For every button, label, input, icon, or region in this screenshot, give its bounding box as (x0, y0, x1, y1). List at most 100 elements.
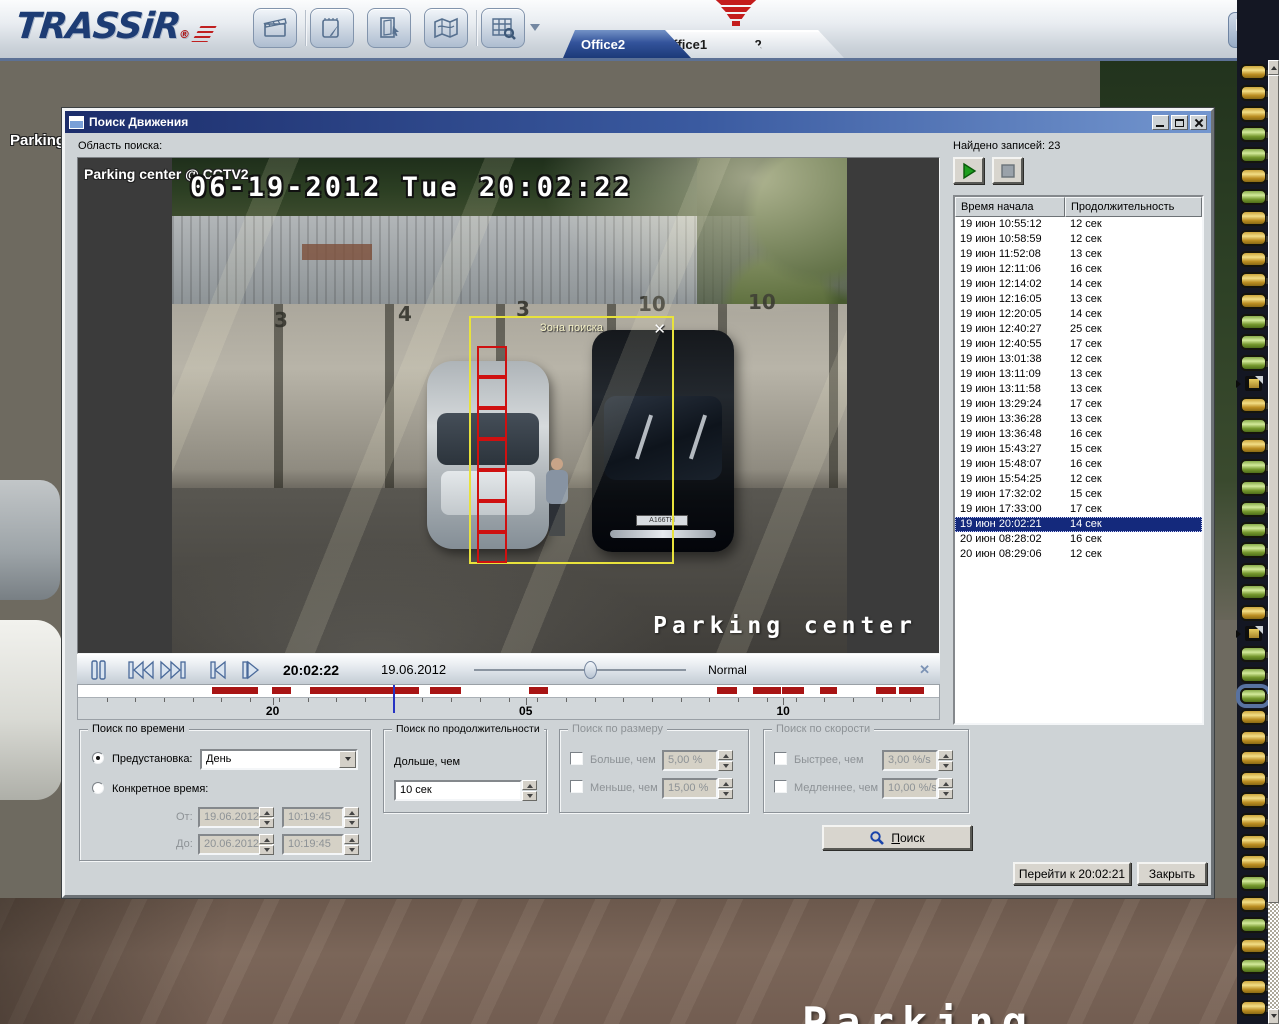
layout-settings-button[interactable] (481, 8, 525, 48)
scrollbar-thumb[interactable] (1268, 75, 1279, 903)
from-time-field[interactable]: 10:19:45 (282, 807, 344, 828)
close-button[interactable]: Закрыть (1137, 862, 1207, 885)
channel-indicator[interactable] (1240, 293, 1267, 309)
channel-indicator[interactable] (1240, 64, 1267, 80)
channel-indicator[interactable] (1240, 979, 1267, 995)
channel-indicator[interactable] (1240, 667, 1267, 683)
preset-radio[interactable] (92, 752, 104, 764)
search-button[interactable]: Поиск (822, 825, 972, 850)
table-row[interactable]: 19 июн 12:16:0513 сек (955, 292, 1202, 307)
channel-indicator[interactable] (1240, 126, 1267, 142)
maximize-button[interactable] (1171, 115, 1188, 130)
table-row[interactable]: 19 июн 15:43:2715 сек (955, 442, 1202, 457)
size-more-checkbox[interactable] (570, 752, 583, 765)
channel-indicator[interactable] (1240, 168, 1267, 184)
to-time-spinner[interactable] (344, 834, 359, 855)
channel-indicator[interactable] (1240, 210, 1267, 226)
channel-indicator[interactable] (1240, 355, 1267, 371)
channel-indicator[interactable] (1240, 272, 1267, 288)
rail-scrollbar[interactable] (1268, 60, 1279, 1024)
archive-button[interactable] (253, 8, 297, 48)
table-row[interactable]: 19 июн 17:33:0017 сек (955, 502, 1202, 517)
channel-indicator[interactable] (1240, 189, 1267, 205)
timeline-strip[interactable] (78, 685, 939, 698)
concrete-time-radio[interactable] (92, 782, 104, 794)
table-row[interactable]: 19 июн 13:29:2417 сек (955, 397, 1202, 412)
stop-results-button[interactable] (992, 157, 1023, 184)
scroll-down-button[interactable] (1268, 1009, 1279, 1024)
table-row[interactable]: 19 июн 20:02:2114 сек (955, 517, 1202, 532)
size-less-spinner[interactable] (718, 778, 733, 799)
channel-indicator[interactable] (1240, 938, 1267, 954)
step-forward-button[interactable] (235, 657, 267, 683)
table-row[interactable]: 19 июн 12:14:0214 сек (955, 277, 1202, 292)
channel-indicator[interactable] (1240, 834, 1267, 850)
channel-indicator[interactable] (1240, 813, 1267, 829)
table-row[interactable]: 19 июн 13:11:5813 сек (955, 382, 1202, 397)
goto-button[interactable]: Перейти к 20:02:21 (1013, 862, 1131, 885)
table-row[interactable]: 19 июн 11:52:0813 сек (955, 247, 1202, 262)
folder-icon[interactable] (1241, 626, 1263, 641)
close-window-button[interactable] (1190, 115, 1207, 130)
maps-button[interactable] (424, 8, 468, 48)
folder-icon[interactable] (1241, 376, 1263, 391)
preset-combobox[interactable]: День (200, 749, 358, 770)
size-less-checkbox[interactable] (570, 780, 583, 793)
size-more-field[interactable]: 5,00 % (662, 750, 718, 771)
layout-dropdown-caret[interactable] (530, 24, 540, 36)
journal-button[interactable] (310, 8, 354, 48)
results-table-header[interactable]: Время начала Продолжительность (955, 197, 1202, 217)
speed-slower-field[interactable]: 10,00 %/s (882, 778, 938, 799)
table-row[interactable]: 19 июн 17:32:0215 сек (955, 487, 1202, 502)
slider-handle[interactable] (584, 661, 597, 679)
channel-indicator[interactable] (1240, 147, 1267, 163)
combo-dropdown-button[interactable] (339, 751, 356, 768)
table-row[interactable]: 19 июн 12:11:0616 сек (955, 262, 1202, 277)
play-results-button[interactable] (953, 157, 984, 184)
channel-indicator[interactable] (1240, 438, 1267, 454)
size-more-spinner[interactable] (718, 750, 733, 771)
playback-close-icon[interactable]: ✕ (919, 662, 930, 678)
minimize-button[interactable] (1152, 115, 1169, 130)
table-row[interactable]: 20 июн 08:29:0612 сек (955, 547, 1202, 562)
table-row[interactable]: 19 июн 13:36:2813 сек (955, 412, 1202, 427)
to-date-spinner[interactable] (259, 834, 274, 855)
timeline[interactable]: 200510 (77, 684, 940, 720)
channel-indicator[interactable] (1240, 730, 1267, 746)
channel-indicator[interactable] (1240, 418, 1267, 434)
timeline-cursor[interactable] (393, 685, 395, 713)
channel-indicator[interactable] (1240, 563, 1267, 579)
skip-backward-button[interactable] (125, 657, 157, 683)
channel-indicator[interactable] (1240, 605, 1267, 621)
duration-spinner[interactable] (522, 780, 537, 801)
channel-indicator[interactable] (1240, 251, 1267, 267)
column-start-time[interactable]: Время начала (955, 197, 1065, 217)
channel-indicator[interactable] (1240, 896, 1267, 912)
channel-indicator[interactable] (1240, 771, 1267, 787)
table-row[interactable]: 19 июн 12:20:0514 сек (955, 307, 1202, 322)
channel-indicator[interactable] (1240, 459, 1267, 475)
scroll-up-button[interactable] (1268, 60, 1279, 75)
channel-indicator[interactable] (1240, 334, 1267, 350)
table-row[interactable]: 19 июн 12:40:2725 сек (955, 322, 1202, 337)
table-row[interactable]: 20 июн 08:28:0216 сек (955, 532, 1202, 547)
speed-slower-spinner[interactable] (938, 778, 953, 799)
table-row[interactable]: 19 июн 12:40:5517 сек (955, 337, 1202, 352)
channel-indicator[interactable] (1240, 688, 1267, 704)
table-row[interactable]: 19 июн 15:54:2512 сек (955, 472, 1202, 487)
speed-faster-checkbox[interactable] (774, 752, 787, 765)
channel-indicator[interactable] (1240, 958, 1267, 974)
channel-indicator[interactable] (1240, 646, 1267, 662)
skip-forward-button[interactable] (157, 657, 189, 683)
results-table[interactable]: Время начала Продолжительность 19 июн 10… (953, 195, 1204, 725)
table-row[interactable]: 19 июн 13:36:4816 сек (955, 427, 1202, 442)
templates-button[interactable] (367, 8, 411, 48)
speed-slider[interactable] (474, 660, 686, 680)
channel-indicator[interactable] (1240, 709, 1267, 725)
table-row[interactable]: 19 июн 10:58:5912 сек (955, 232, 1202, 247)
channel-indicator[interactable] (1240, 917, 1267, 933)
table-row[interactable]: 19 июн 15:48:0716 сек (955, 457, 1202, 472)
channel-indicator[interactable] (1240, 792, 1267, 808)
channel-indicator[interactable] (1240, 1000, 1267, 1016)
channel-indicator[interactable] (1240, 522, 1267, 538)
